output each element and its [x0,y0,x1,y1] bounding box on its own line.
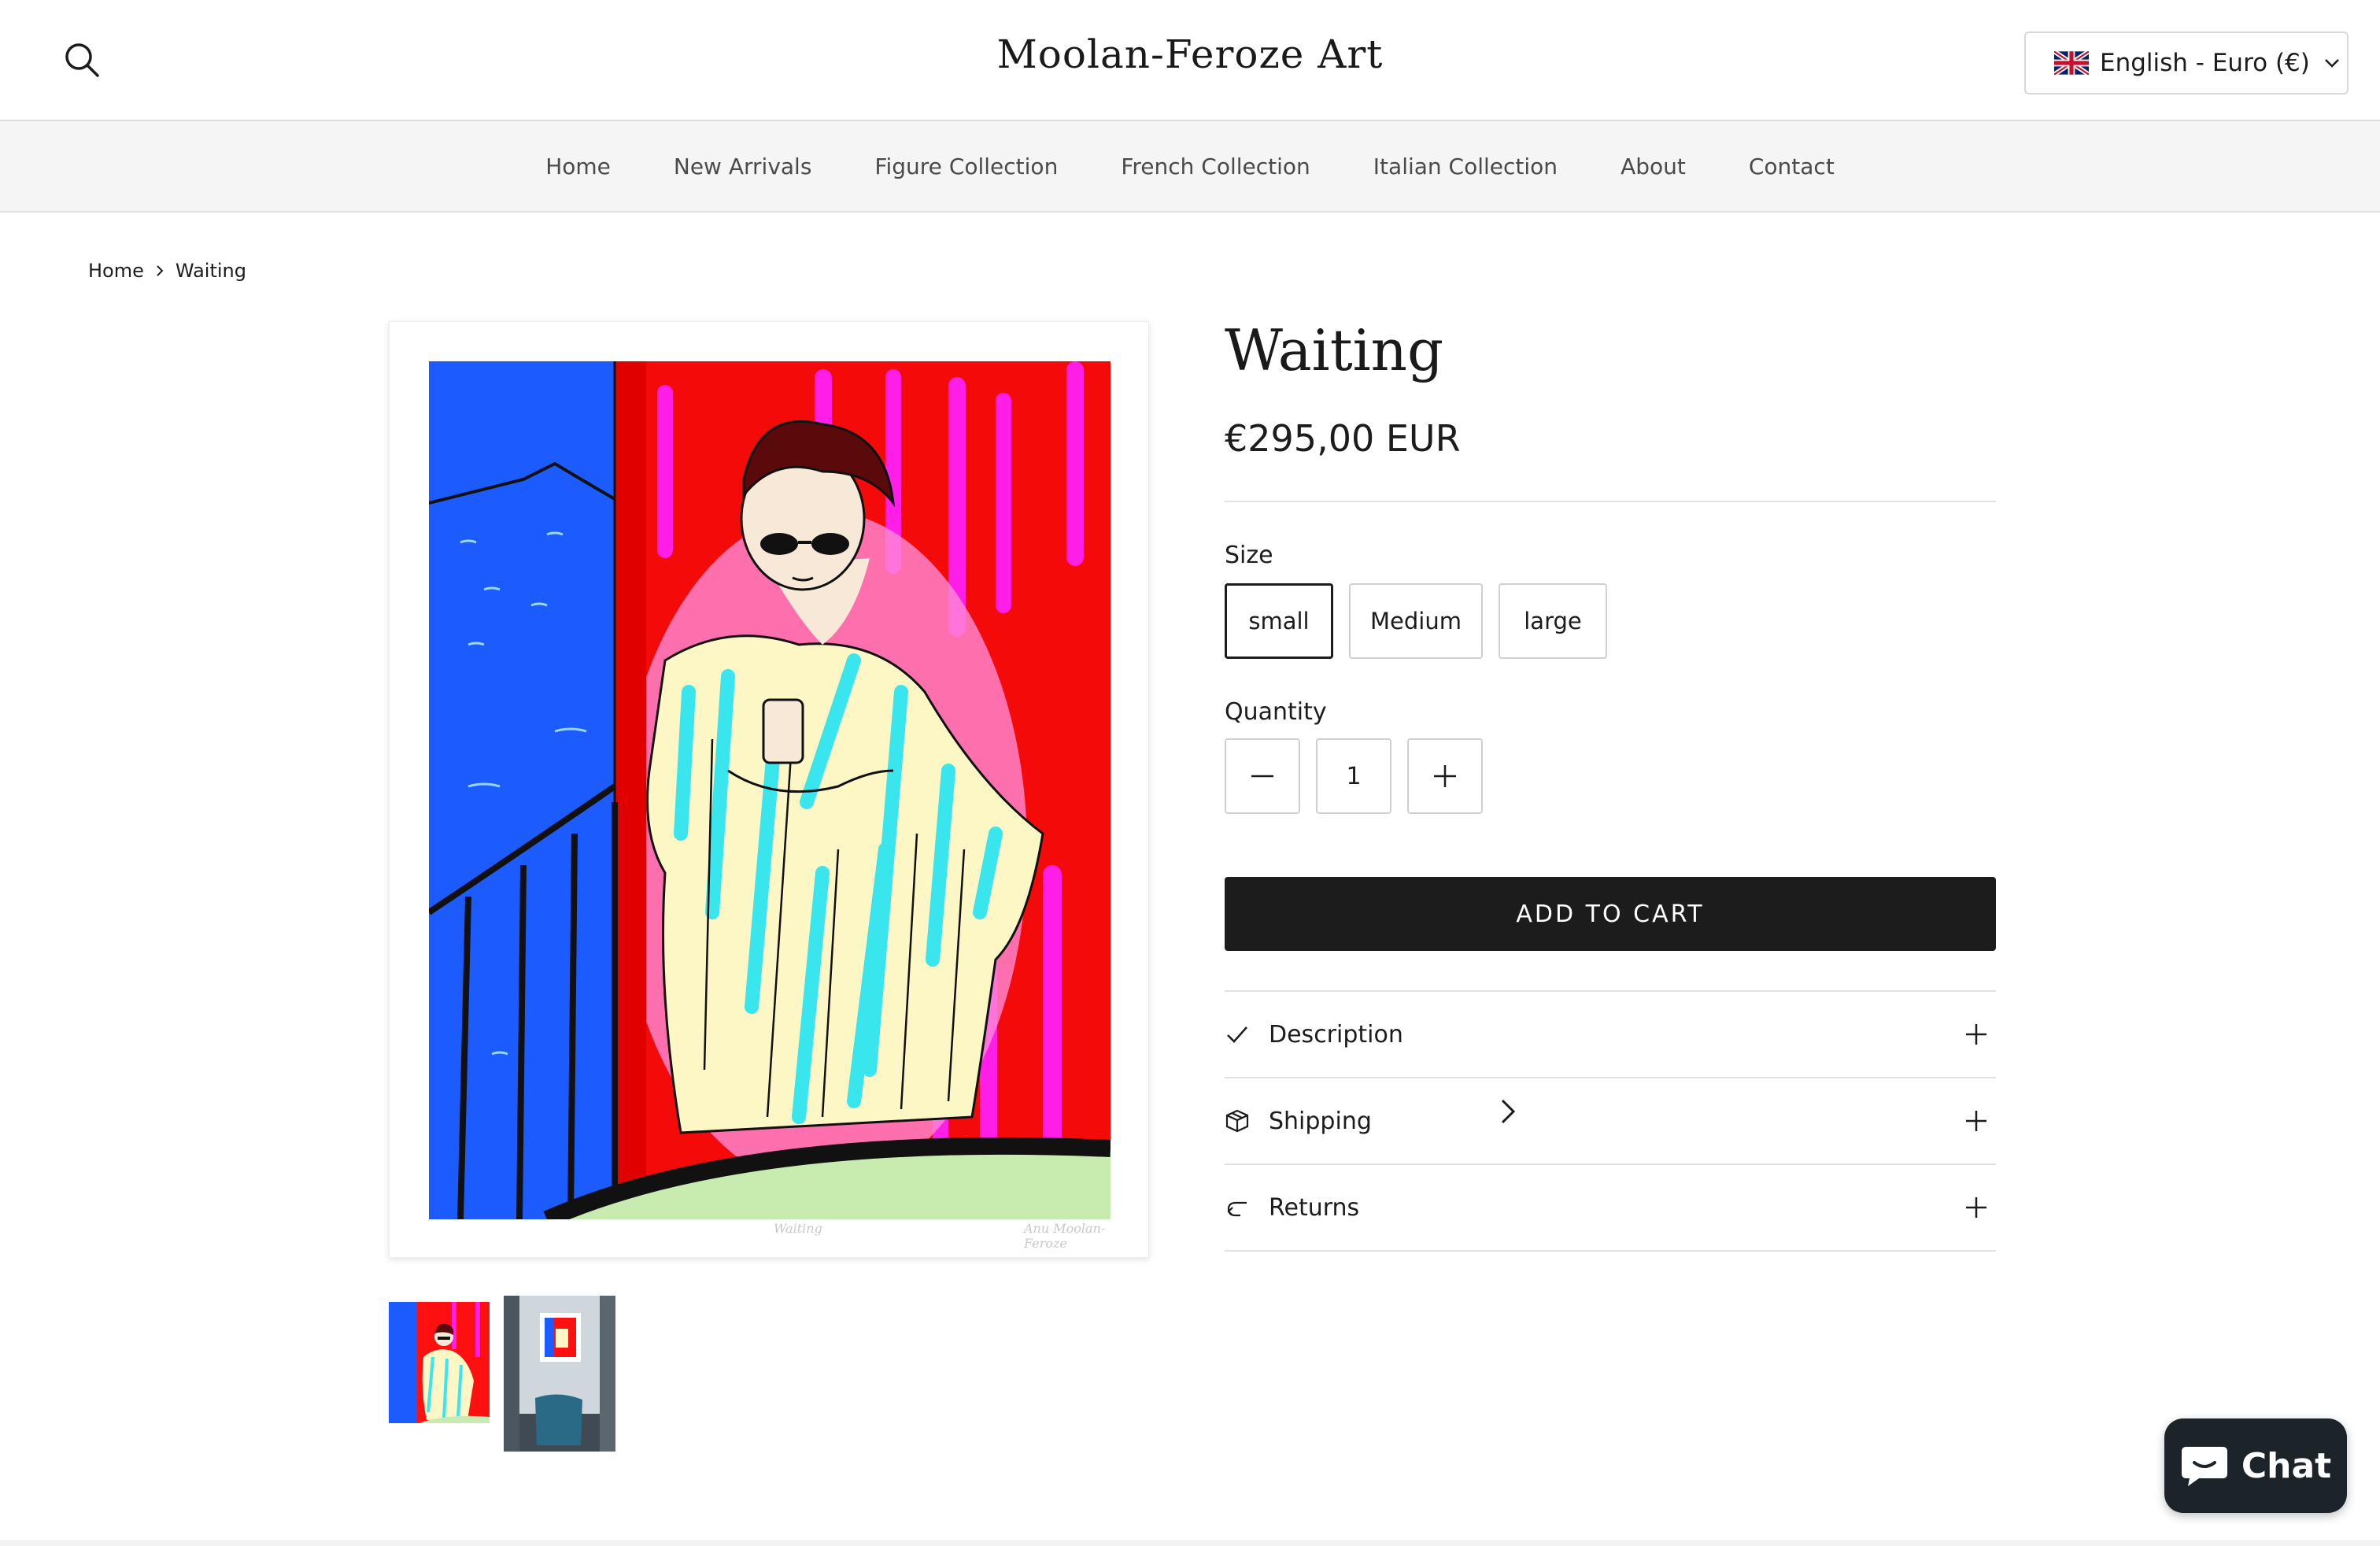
nav-item-french-collection[interactable]: French Collection [1121,153,1310,179]
nav-item-italian-collection[interactable]: Italian Collection [1373,153,1558,179]
plus-icon [1966,1024,1986,1045]
chat-bubble-icon [2181,1447,2227,1486]
size-label: Size [1225,542,1273,569]
search-icon[interactable] [63,41,102,80]
locale-label: English - Euro (€) [2100,49,2310,77]
divider [1225,501,1996,502]
nav-item-home[interactable]: Home [545,153,611,179]
product-main-image[interactable]: Waiting Anu Moolan-Feroze [389,321,1539,1258]
accordion-returns-label: Returns [1269,1193,1360,1222]
quantity-input[interactable] [1316,738,1391,814]
breadcrumb-home[interactable]: Home [88,260,144,282]
quantity-increase-button[interactable] [1407,738,1483,814]
breadcrumb: Home Waiting [88,260,246,282]
chat-button[interactable]: Chat [2164,1418,2347,1513]
accordion-returns[interactable]: Returns [1225,1165,1996,1252]
check-icon [1227,1026,1247,1043]
thumbnail-room-image [504,1296,615,1452]
site-logo[interactable]: Moolan-Feroze Art [0,31,2380,77]
signature-title: Waiting [774,1221,822,1236]
quantity-decrease-button[interactable] [1225,738,1300,814]
chat-label: Chat [2241,1445,2332,1486]
artwork-image [429,361,1111,1219]
product-title: Waiting [1225,317,1444,383]
signature-artist: Anu Moolan-Feroze [1024,1221,1106,1251]
product-price: €295,00 EUR [1225,417,1461,460]
locale-selector[interactable]: English - Euro (€) [2024,31,2349,94]
accordion-shipping[interactable]: Shipping [1225,1078,1996,1165]
quantity-stepper [1225,738,1996,814]
thumbnail-1[interactable] [389,1302,490,1429]
main-nav: Home New Arrivals Figure Collection Fren… [0,121,2380,213]
return-arrow-icon [1227,1201,1247,1217]
thumbnail-2[interactable] [504,1296,615,1452]
footer-divider [0,1540,2380,1546]
product-accordion: Description Shipping Returns [1225,990,1996,1252]
nav-item-about[interactable]: About [1621,153,1686,179]
chevron-right-icon [157,265,164,276]
product-info: Waiting €295,00 EUR Size small Medium la… [1225,315,1996,1252]
size-option-medium[interactable]: Medium [1349,583,1483,659]
accordion-description-label: Description [1269,1020,1403,1049]
size-option-small[interactable]: small [1225,583,1333,659]
site-header: Moolan-Feroze Art English - Euro (€) [0,0,2380,121]
nav-item-figure-collection[interactable]: Figure Collection [874,153,1058,179]
add-to-cart-button[interactable]: ADD TO CART [1225,877,1996,951]
quantity-label: Quantity [1225,698,1327,726]
nav-item-new-arrivals[interactable]: New Arrivals [674,153,812,179]
size-option-large[interactable]: large [1499,583,1607,659]
accordion-shipping-label: Shipping [1269,1107,1372,1135]
plus-icon [1966,1197,1986,1218]
accordion-description[interactable]: Description [1225,992,1996,1078]
plus-icon [1966,1111,1986,1131]
breadcrumb-current: Waiting [175,260,246,282]
thumbnail-artwork-image [389,1302,490,1429]
uk-flag-icon [2054,51,2089,75]
nav-item-contact[interactable]: Contact [1749,153,1835,179]
chevron-down-icon [2324,59,2339,68]
plus-icon [1434,765,1456,787]
size-options: small Medium large [1225,583,1996,659]
box-icon [1225,1109,1249,1133]
minus-icon [1251,775,1273,778]
